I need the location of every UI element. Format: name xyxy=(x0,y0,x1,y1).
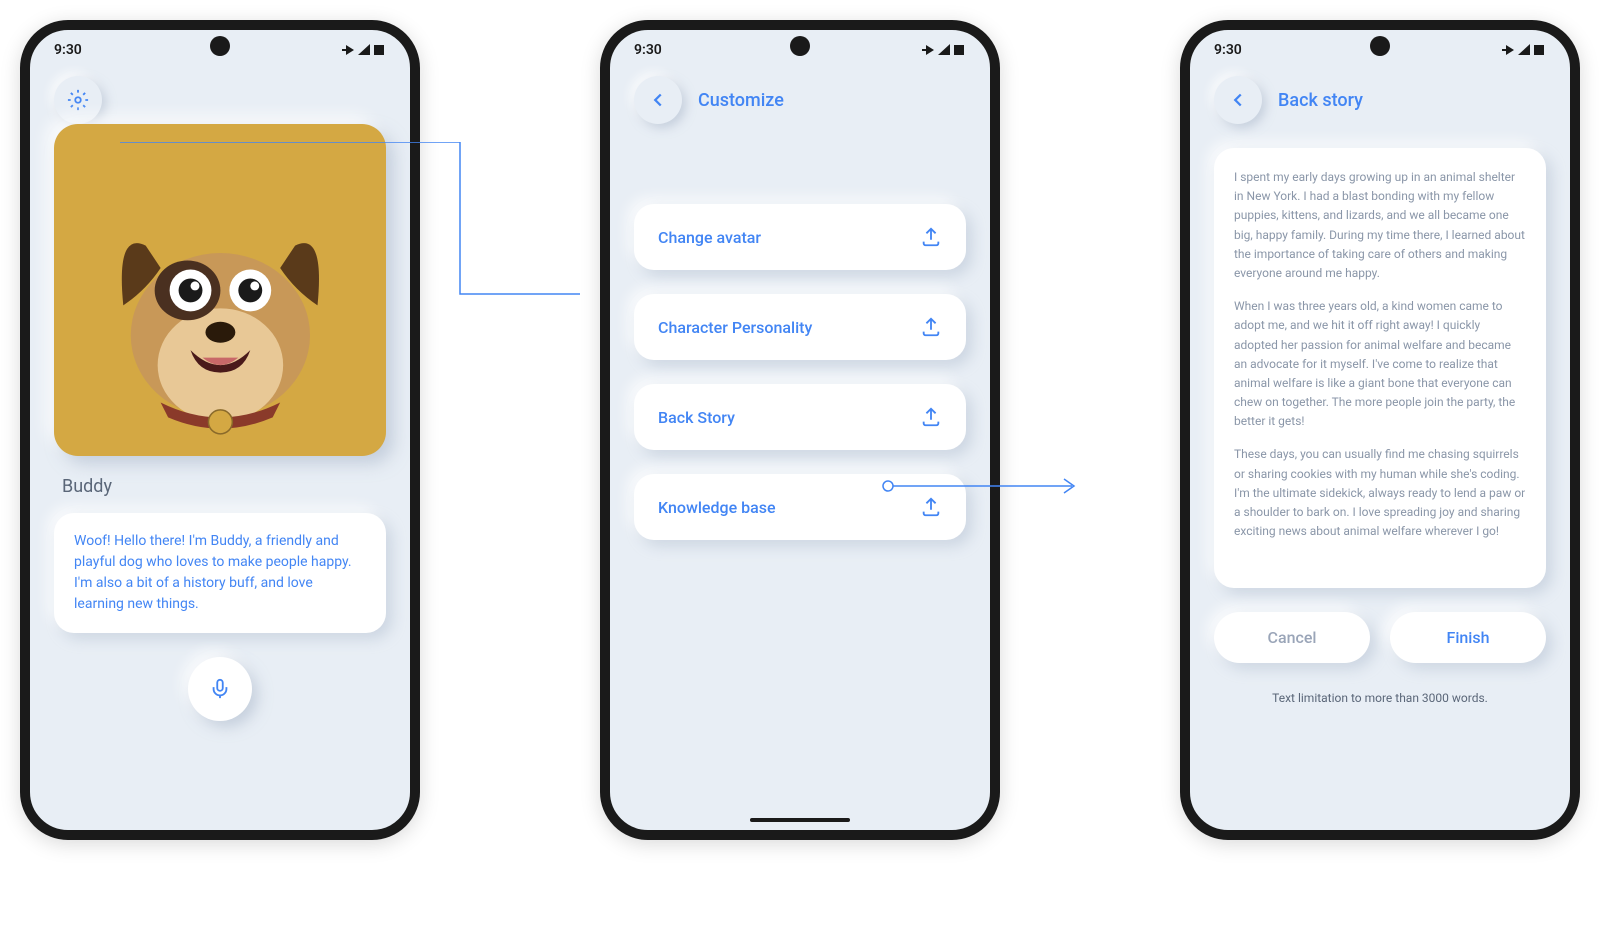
footer-text: Text limitation to more than 3000 words. xyxy=(1214,691,1546,705)
finish-button[interactable]: Finish xyxy=(1390,612,1546,663)
phone-customize-screen: 9:30 Customize Change avatar xyxy=(600,20,1000,840)
option-knowledge-base[interactable]: Knowledge base xyxy=(634,474,966,540)
home-indicator xyxy=(750,818,850,822)
message-bubble: Woof! Hello there! I'm Buddy, a friendly… xyxy=(54,513,386,633)
chevron-left-icon xyxy=(647,89,669,111)
status-icons xyxy=(342,43,386,57)
phone-backstory-screen: 9:30 Back story I spent my early days gr… xyxy=(1180,20,1580,840)
gear-icon xyxy=(67,89,89,111)
upload-icon xyxy=(920,226,942,248)
settings-button[interactable] xyxy=(54,76,102,124)
chevron-left-icon xyxy=(1227,89,1249,111)
status-time: 9:30 xyxy=(1214,42,1242,58)
character-name: Buddy xyxy=(54,476,386,497)
status-time: 9:30 xyxy=(54,42,82,58)
option-label: Back Story xyxy=(658,408,735,427)
upload-icon xyxy=(920,316,942,338)
phone-notch xyxy=(790,36,810,56)
mic-button[interactable] xyxy=(188,657,252,721)
dog-avatar-image xyxy=(71,141,370,440)
phone-notch xyxy=(1370,36,1390,56)
backstory-paragraph: When I was three years old, a kind women… xyxy=(1234,297,1526,431)
option-label: Change avatar xyxy=(658,228,761,247)
phone-notch xyxy=(210,36,230,56)
mic-icon xyxy=(209,678,231,700)
status-time: 9:30 xyxy=(634,42,662,58)
backstory-text-card[interactable]: I spent my early days growing up in an a… xyxy=(1214,148,1546,588)
message-text: Woof! Hello there! I'm Buddy, a friendly… xyxy=(74,531,366,615)
back-button[interactable] xyxy=(1214,76,1262,124)
upload-icon xyxy=(920,496,942,518)
avatar-card xyxy=(54,124,386,456)
option-change-avatar[interactable]: Change avatar xyxy=(634,204,966,270)
upload-icon xyxy=(920,406,942,428)
status-icons xyxy=(922,43,966,57)
page-title: Customize xyxy=(698,90,784,111)
option-back-story[interactable]: Back Story xyxy=(634,384,966,450)
phone-main-screen: 9:30 xyxy=(20,20,420,840)
status-icons xyxy=(1502,43,1546,57)
backstory-paragraph: I spent my early days growing up in an a… xyxy=(1234,168,1526,283)
back-button[interactable] xyxy=(634,76,682,124)
page-title: Back story xyxy=(1278,90,1363,111)
option-character-personality[interactable]: Character Personality xyxy=(634,294,966,360)
option-label: Knowledge base xyxy=(658,498,776,517)
backstory-text: I spent my early days growing up in an a… xyxy=(1234,168,1526,541)
option-label: Character Personality xyxy=(658,318,812,337)
backstory-paragraph: These days, you can usually find me chas… xyxy=(1234,445,1526,541)
cancel-button[interactable]: Cancel xyxy=(1214,612,1370,663)
